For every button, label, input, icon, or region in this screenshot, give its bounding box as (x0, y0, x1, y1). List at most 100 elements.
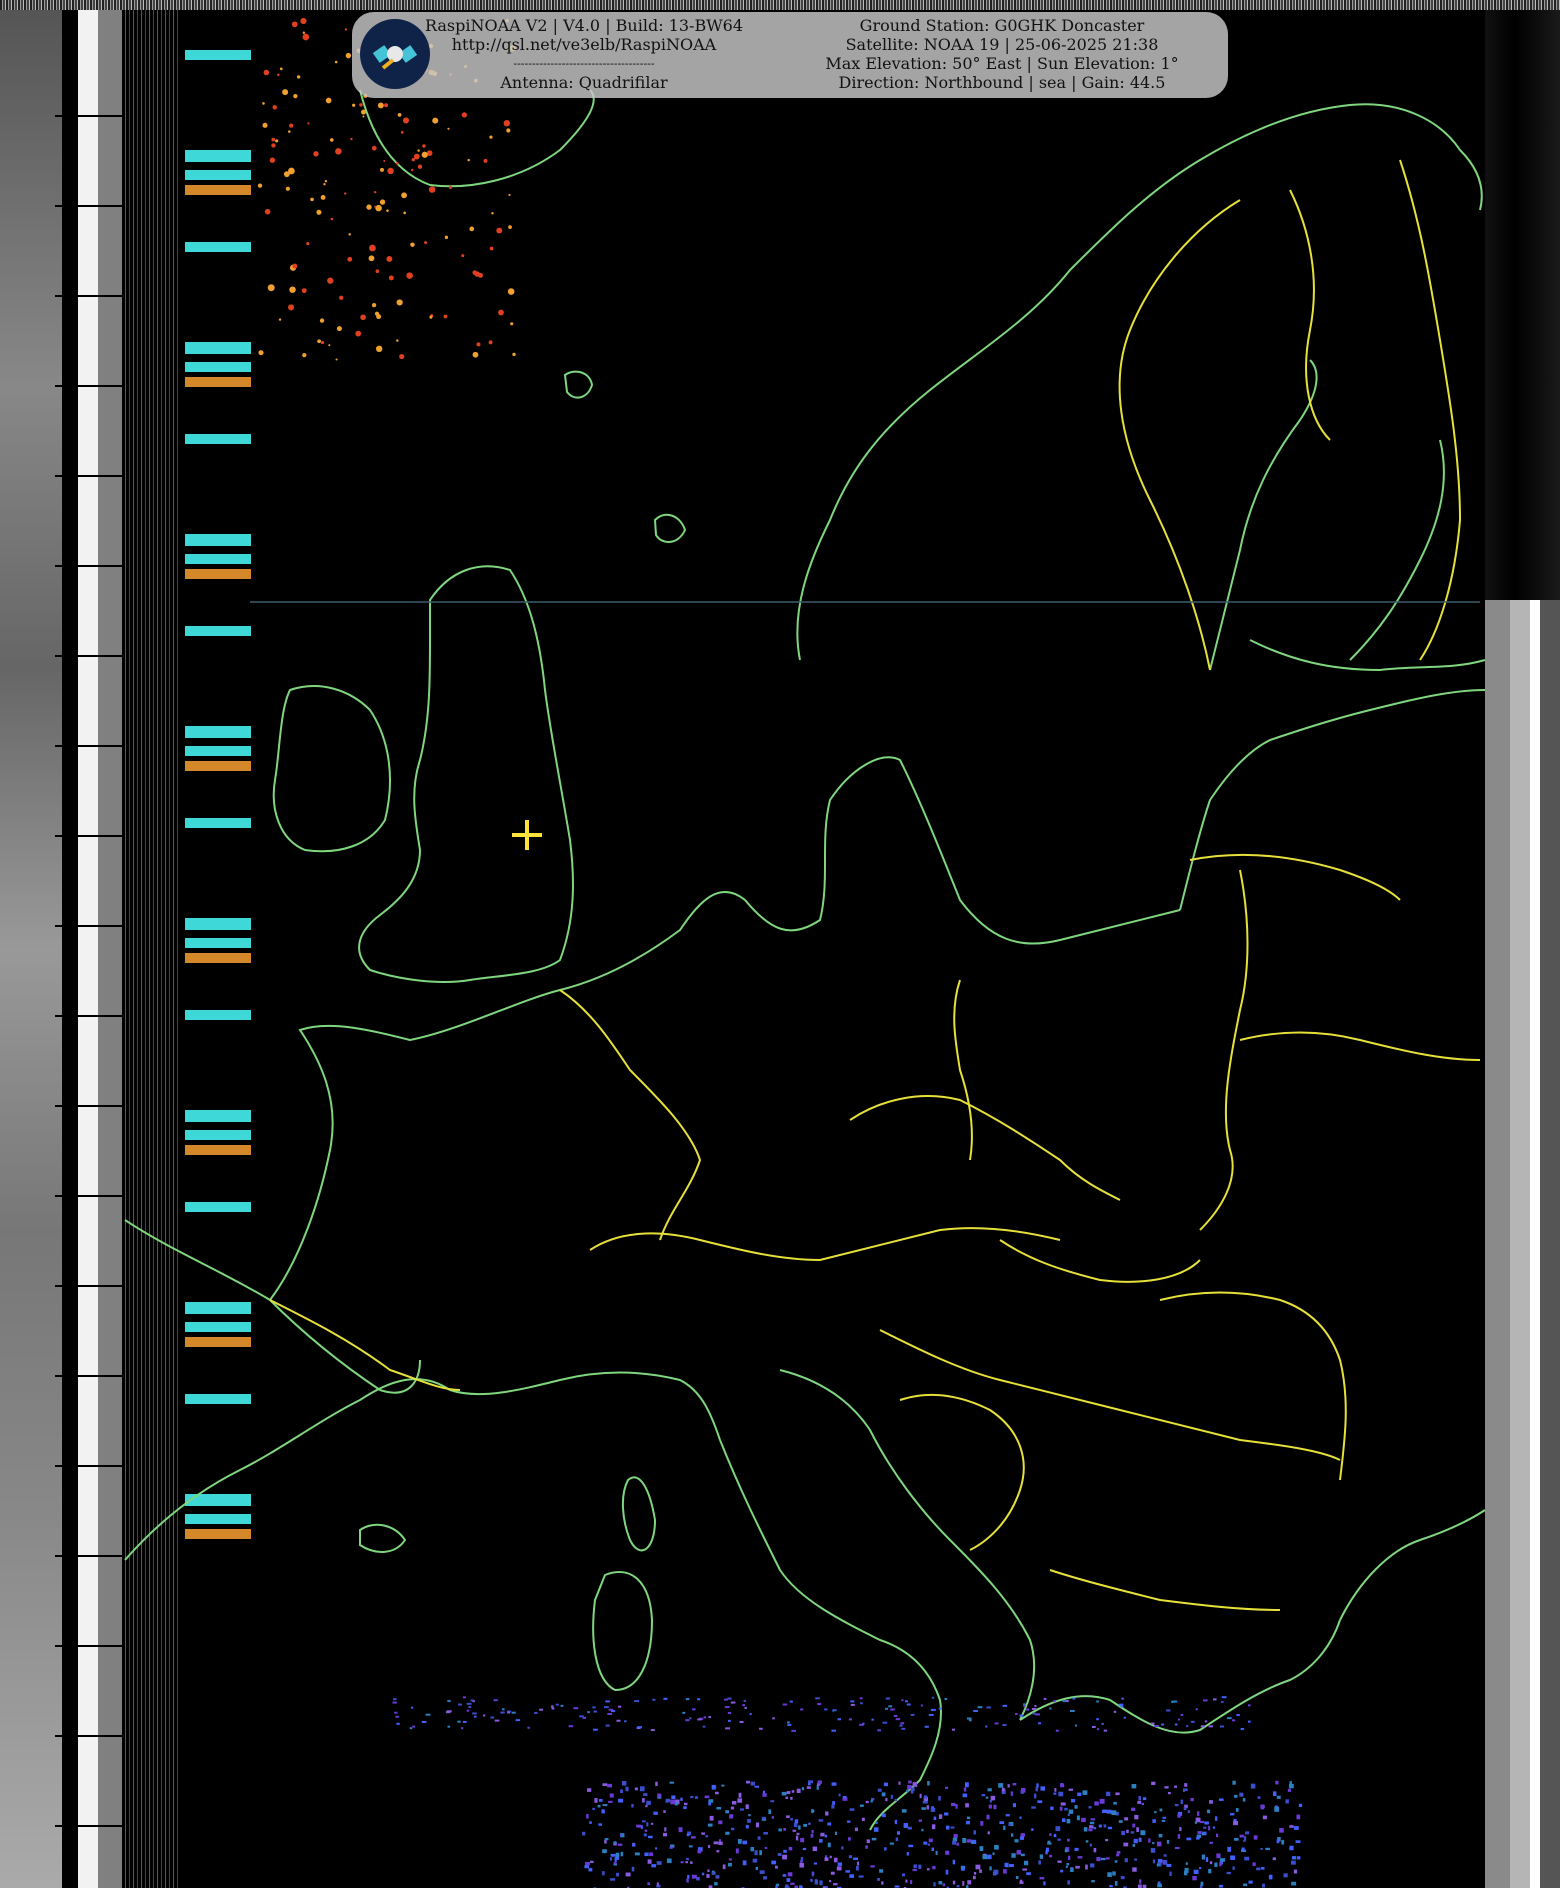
noise-speck (932, 1865, 936, 1870)
noise-speck (625, 1786, 629, 1792)
noise-speck (466, 1702, 472, 1705)
noise-speck (935, 1850, 938, 1855)
noise-speck (796, 1788, 801, 1793)
noise-speck (1208, 1825, 1211, 1831)
noise-speck (634, 1852, 640, 1856)
noise-speck (1177, 1834, 1181, 1839)
noise-speck (1037, 1800, 1043, 1804)
banner-line-divider: -------------------------------------- (513, 57, 655, 70)
noise-speck (1074, 1724, 1078, 1727)
noise-speck (883, 1847, 887, 1851)
noise-speck (1162, 1860, 1165, 1864)
noise-speck (1141, 1802, 1144, 1806)
border-norway-sweden (1118, 199, 1241, 671)
noise-speck (1150, 1722, 1155, 1725)
noise-speck (921, 1807, 926, 1810)
cloud-speck (313, 151, 319, 157)
noise-speck (727, 1862, 732, 1867)
noise-speck (819, 1880, 823, 1886)
noise-speck (824, 1857, 829, 1861)
noise-speck (1035, 1713, 1041, 1716)
cloud-speck (375, 269, 380, 274)
noise-speck (905, 1700, 908, 1703)
noise-speck (1216, 1853, 1221, 1859)
noise-speck (1197, 1811, 1200, 1816)
noise-speck (1019, 1881, 1024, 1884)
noise-speck (682, 1711, 686, 1714)
noise-speck (1070, 1867, 1074, 1872)
noise-speck (881, 1813, 886, 1818)
noise-speck (1221, 1701, 1224, 1704)
noise-speck (707, 1823, 713, 1827)
noise-speck (1213, 1698, 1217, 1701)
noise-speck (462, 1696, 466, 1699)
noise-speck (859, 1723, 864, 1726)
noise-speck (908, 1780, 912, 1784)
noise-speck (763, 1832, 769, 1835)
noise-speck (692, 1708, 696, 1711)
noise-speck (790, 1818, 793, 1821)
noise-speck (468, 1706, 472, 1709)
noise-speck (1093, 1827, 1097, 1830)
noise-speck (989, 1866, 992, 1871)
noise-speck (1219, 1862, 1222, 1867)
noise-speck (1091, 1725, 1096, 1728)
sync-tick (55, 1555, 122, 1557)
noise-speck (801, 1787, 805, 1791)
cloud-speck (278, 318, 282, 321)
noise-speck (924, 1795, 928, 1799)
noise-speck (637, 1726, 642, 1729)
noise-speck (952, 1880, 956, 1885)
noise-speck (1010, 1833, 1014, 1837)
noise-speck (1106, 1791, 1111, 1797)
noise-speck (848, 1837, 851, 1841)
noise-speck (1020, 1833, 1025, 1837)
noise-speck (623, 1720, 627, 1723)
sync-tick (55, 835, 122, 837)
noise-speck (848, 1855, 853, 1859)
noise-speck (1058, 1791, 1064, 1797)
wedge-bar-cyan (185, 242, 251, 252)
noise-speck (750, 1781, 755, 1786)
noise-speck (593, 1710, 598, 1713)
noise-speck (1065, 1700, 1069, 1703)
noise-speck (1276, 1795, 1281, 1799)
banner-line-build: RaspiNOAA V2 | V4.0 | Build: 13-BW64 (424, 16, 744, 35)
coast-corsica (622, 1476, 657, 1552)
noise-speck (992, 1852, 995, 1856)
noise-speck (962, 1881, 965, 1886)
cloud-speck (355, 330, 362, 337)
noise-speck (962, 1793, 968, 1798)
noise-speck (824, 1834, 828, 1838)
cloud-speck (317, 339, 322, 344)
noise-speck (965, 1782, 969, 1788)
noise-speck (729, 1814, 734, 1819)
noise-speck (1285, 1799, 1289, 1804)
noise-speck (1195, 1708, 1198, 1711)
noise-speck (656, 1882, 659, 1886)
noise-speck (944, 1698, 948, 1701)
noise-speck (680, 1797, 683, 1801)
noise-speck (950, 1826, 955, 1829)
noise-speck (998, 1783, 1004, 1788)
noise-speck (584, 1865, 589, 1869)
border-france-germany (559, 989, 702, 1241)
noise-speck (727, 1697, 732, 1700)
cloud-speck (375, 204, 382, 212)
noise-speck (1019, 1836, 1025, 1840)
noise-speck (1089, 1825, 1094, 1829)
noise-speck (1055, 1826, 1061, 1832)
noise-speck (824, 1708, 828, 1711)
cloud-speck (263, 69, 270, 76)
noise-speck (905, 1879, 908, 1883)
noise-speck (737, 1798, 743, 1803)
noise-speck (1260, 1804, 1265, 1810)
noise-speck (732, 1800, 737, 1805)
noise-speck (701, 1872, 705, 1876)
noise-speck (1190, 1720, 1195, 1723)
noise-speck (754, 1850, 758, 1856)
noise-speck (849, 1874, 855, 1878)
noise-speck (894, 1819, 898, 1825)
cloud-speck (506, 128, 511, 133)
noise-speck (1132, 1867, 1137, 1872)
